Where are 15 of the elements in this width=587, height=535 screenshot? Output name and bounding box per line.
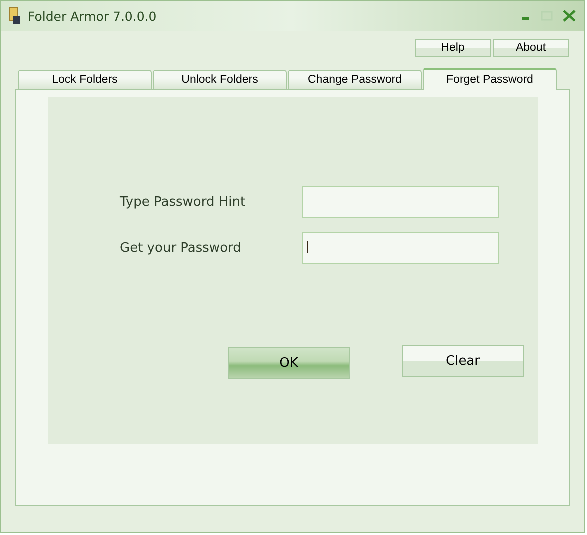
tab[interactable]: Forget Password — [423, 68, 557, 90]
tab[interactable]: Change Password — [288, 70, 422, 89]
header-button[interactable]: About — [493, 39, 569, 57]
window-title: Folder Armor 7.0.0.0 — [28, 8, 158, 24]
tab[interactable]: Unlock Folders — [153, 70, 287, 89]
input-field[interactable] — [302, 186, 499, 218]
action-button[interactable]: OK — [228, 347, 350, 379]
folder-lock-icon — [9, 7, 21, 25]
input-field[interactable] — [302, 232, 499, 264]
close-icon[interactable] — [563, 10, 576, 22]
field-label: Type Password Hint — [120, 194, 247, 210]
action-button[interactable]: Clear — [402, 345, 524, 377]
tab[interactable]: Lock Folders — [18, 70, 152, 89]
header-button[interactable]: Help — [415, 39, 491, 57]
field-label: Get your Password — [120, 240, 242, 256]
